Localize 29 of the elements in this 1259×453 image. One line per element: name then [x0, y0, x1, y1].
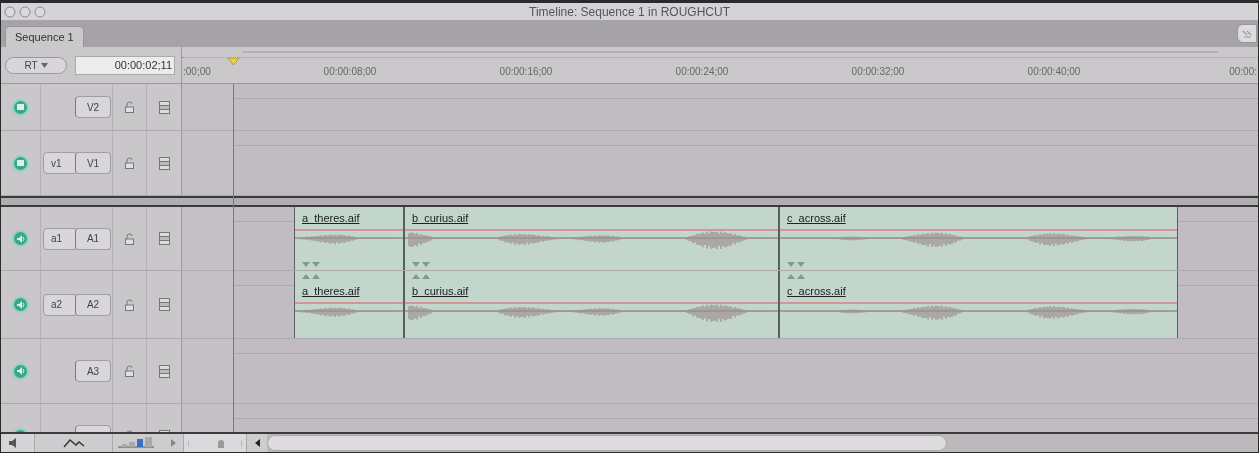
rt-menu-button[interactable]: RT	[5, 56, 67, 74]
time-label: 00:00:08;00	[323, 65, 377, 79]
audio-clip[interactable]: c_across.aif	[779, 271, 1178, 338]
time-label: :00;00	[183, 65, 211, 79]
clip-name: a_theres.aif	[302, 284, 360, 299]
clip-name: b_curius.aif	[412, 284, 469, 299]
clip-name: a_theres.aif	[302, 211, 360, 226]
audio-clip[interactable]: a_theres.aif	[294, 207, 404, 270]
time-label: 00:00:16;00	[499, 65, 553, 79]
clip-name: b_curius.aif	[412, 211, 469, 226]
audio-clip[interactable]: a_theres.aif	[294, 271, 404, 338]
time-label: 00:00:24;00	[675, 65, 729, 79]
timecode-field[interactable]: 00:00:02;11	[75, 55, 175, 75]
window-title: Timeline: Sequence 1 in ROUGHCUT	[529, 5, 730, 18]
clip-name: c_across.aif	[787, 284, 846, 299]
sequence-tab[interactable]: Sequence 1	[5, 26, 84, 47]
audio-clip[interactable]: b_curius.aif	[404, 207, 779, 270]
destination-patch-button[interactable]: A2	[75, 293, 111, 316]
destination-patch-button[interactable]: V1	[75, 152, 111, 174]
destination-patch-button[interactable]: V2	[75, 96, 111, 118]
time-ruler[interactable]: :00;00 00:00:08;00 00:00:16;00 00:00:24;00 00:00:32;00 00:00:40;00 00:00:	[182, 47, 1258, 83]
clip-name: c_across.aif	[787, 211, 846, 226]
time-label: 00:00:	[1229, 65, 1257, 79]
audio-clip[interactable]: c_across.aif	[779, 207, 1178, 270]
destination-patch-button[interactable]: A1	[75, 227, 111, 250]
destination-patch-button[interactable]: A3	[75, 360, 111, 382]
time-label: 00:00:40;00	[1027, 65, 1081, 79]
time-label: 00:00:32;00	[851, 65, 905, 79]
audio-clip[interactable]: b_curius.aif	[404, 271, 779, 338]
